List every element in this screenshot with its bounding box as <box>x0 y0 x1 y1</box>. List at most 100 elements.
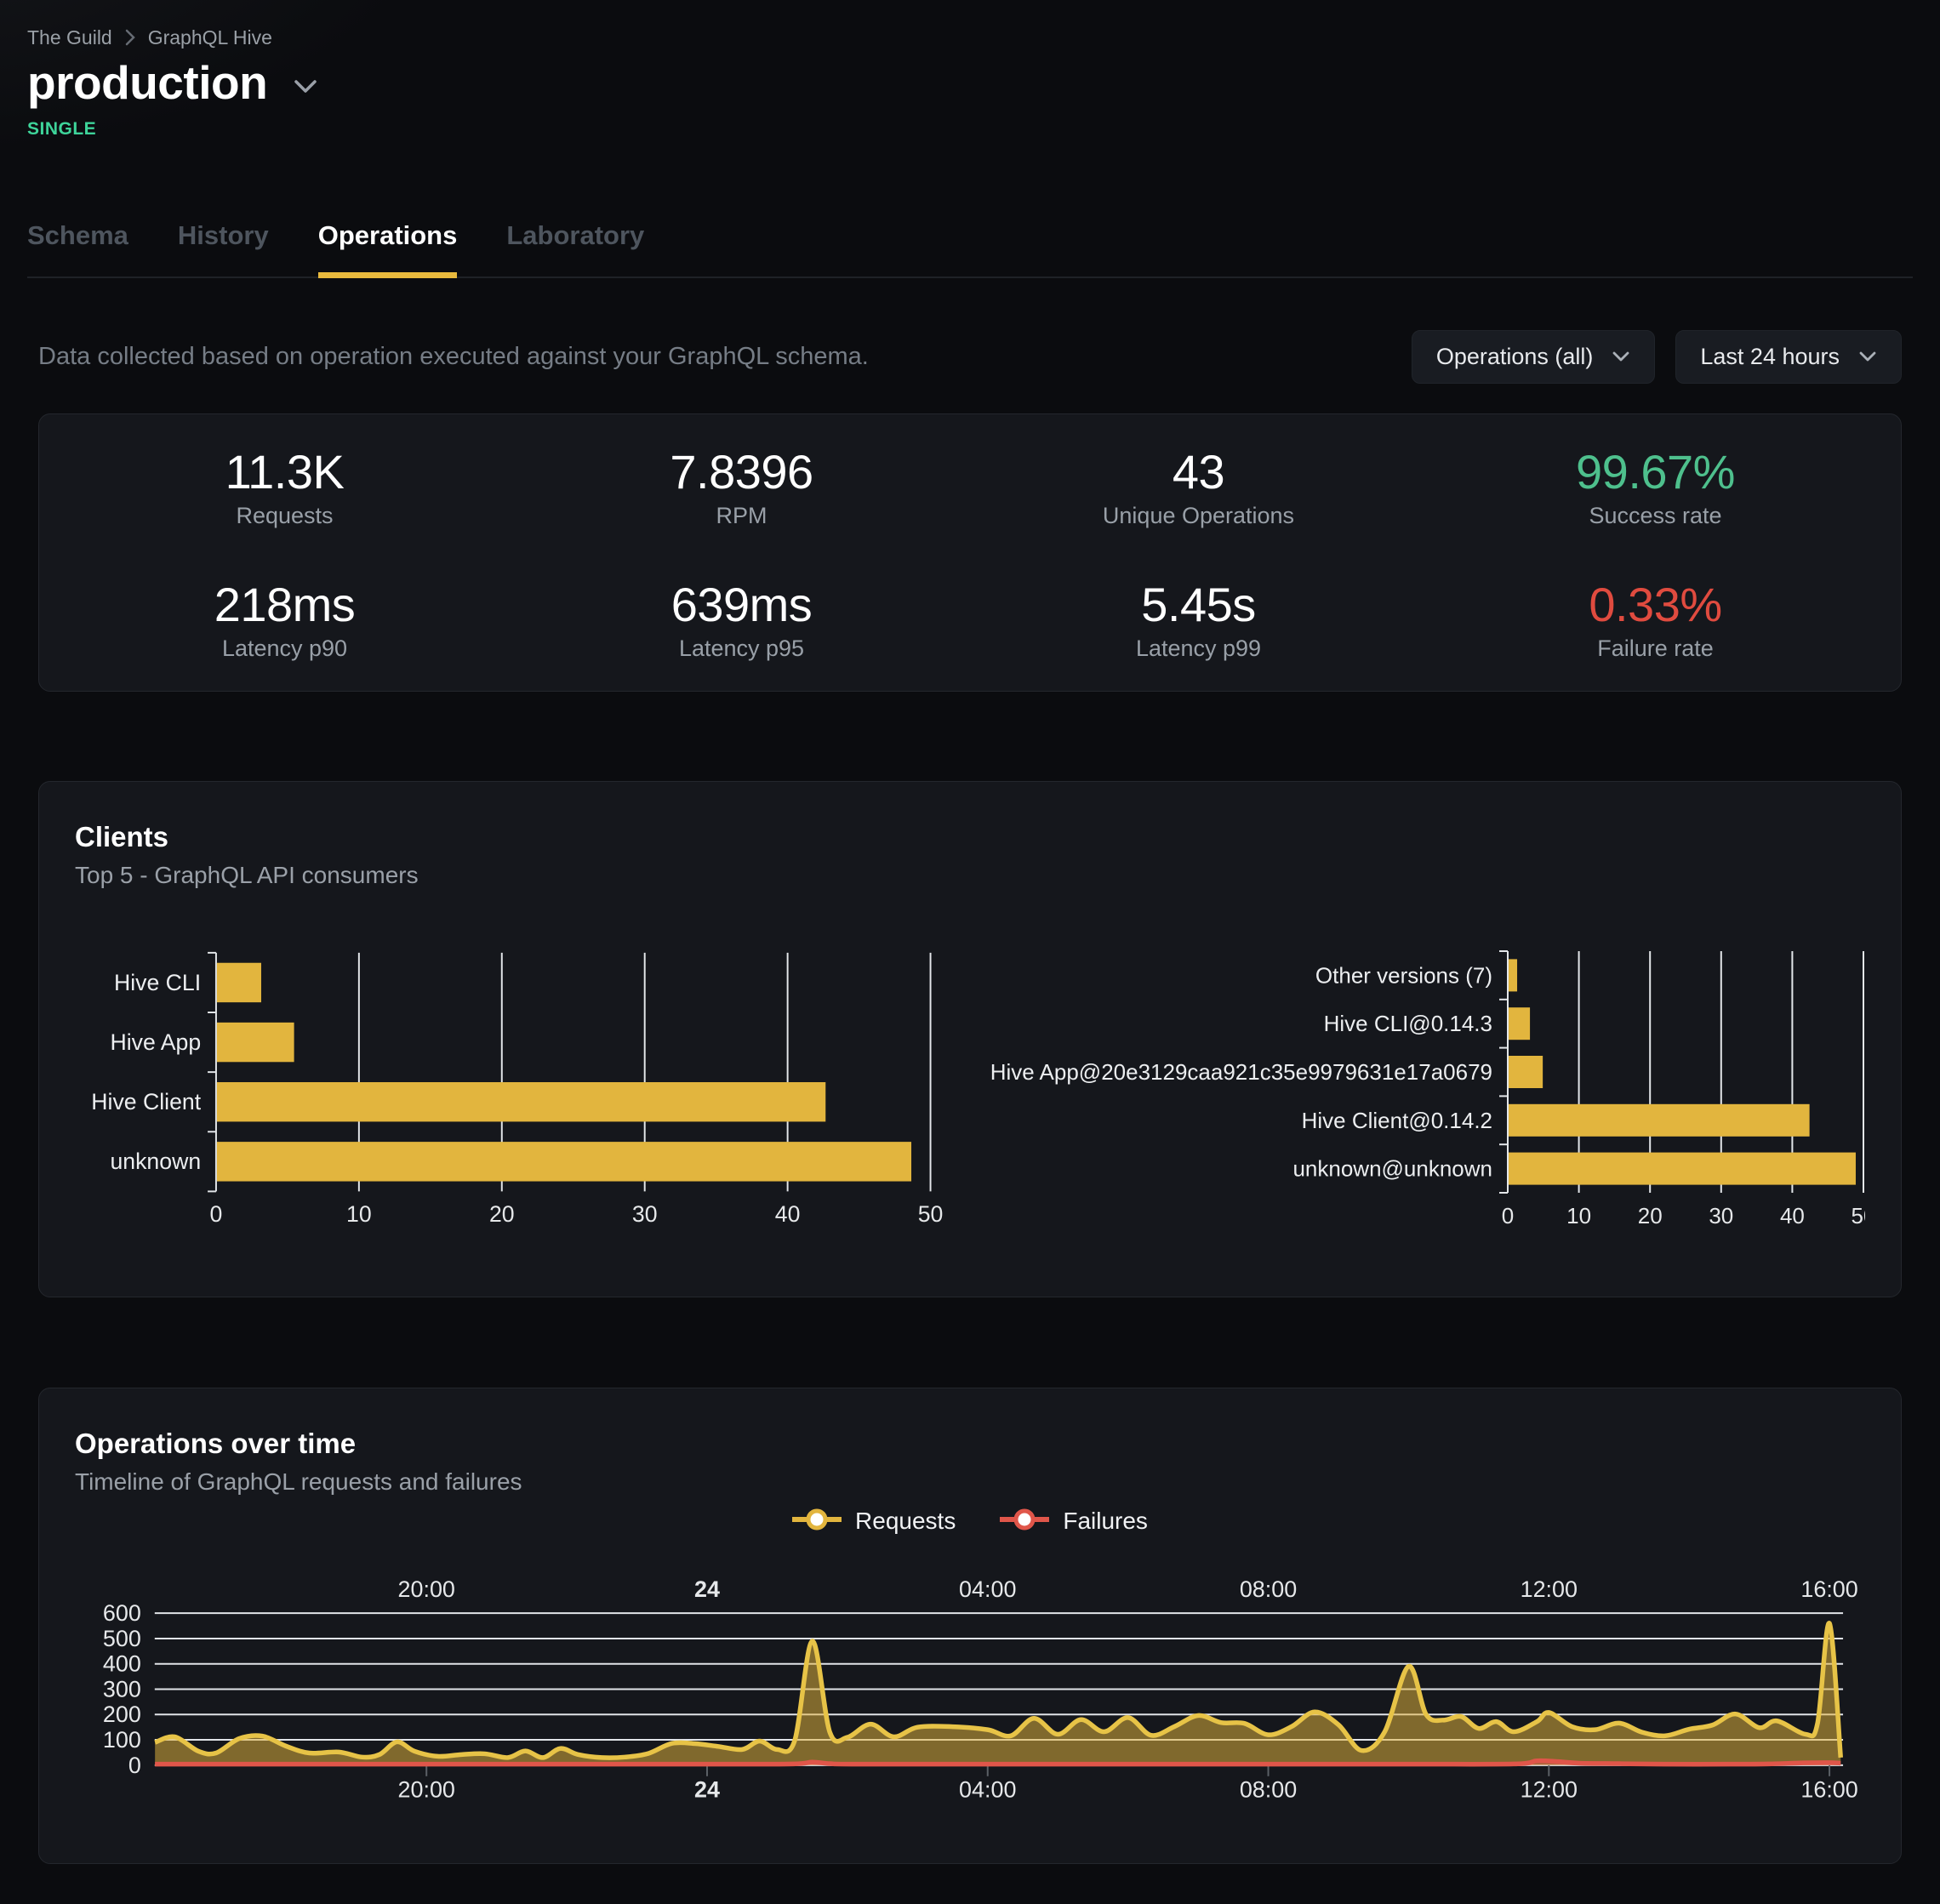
svg-text:10: 10 <box>1566 1203 1591 1228</box>
target-selector-chevron-down-icon[interactable] <box>293 78 318 95</box>
svg-text:600: 600 <box>103 1600 141 1626</box>
client-versions-bar-chart: 01020304050Other versions (7)Hive CLI@0.… <box>972 934 1865 1229</box>
svg-text:40: 40 <box>1780 1203 1805 1228</box>
chevron-down-icon <box>1858 351 1877 363</box>
svg-text:04:00: 04:00 <box>959 1576 1016 1602</box>
page-description: Data collected based on operation execut… <box>38 343 869 371</box>
stat-requests: 11.3K Requests <box>56 445 513 528</box>
tab-schema[interactable]: Schema <box>27 219 128 276</box>
svg-text:20:00: 20:00 <box>398 1777 455 1803</box>
legend-label-requests: Requests <box>855 1508 956 1535</box>
stat-value: 11.3K <box>56 445 513 499</box>
svg-text:unknown@unknown: unknown@unknown <box>1292 1156 1492 1182</box>
svg-text:300: 300 <box>103 1676 141 1702</box>
tab-operations[interactable]: Operations <box>318 219 458 276</box>
clients-card-title: Clients <box>75 823 1865 851</box>
svg-text:30: 30 <box>1709 1203 1733 1228</box>
breadcrumb: The Guild GraphQL Hive <box>27 26 1913 49</box>
svg-text:08:00: 08:00 <box>1240 1777 1297 1803</box>
svg-text:Hive App: Hive App <box>110 1029 201 1055</box>
stat-latency-p90: 218ms Latency p90 <box>56 578 513 661</box>
tab-bar: Schema History Operations Laboratory <box>27 219 1913 278</box>
page-content: Data collected based on operation execut… <box>0 330 1940 1864</box>
operations-filter-button[interactable]: Operations (all) <box>1412 330 1656 384</box>
svg-text:16:00: 16:00 <box>1800 1576 1857 1602</box>
svg-text:30: 30 <box>632 1201 658 1227</box>
toolbar: Data collected based on operation execut… <box>38 330 1902 384</box>
svg-text:08:00: 08:00 <box>1240 1576 1297 1602</box>
operations-over-time-card: Operations over time Timeline of GraphQL… <box>38 1388 1902 1864</box>
breadcrumb-item-org[interactable]: The Guild <box>27 26 112 49</box>
clients-bar-chart: 01020304050Hive CLIHive AppHive Clientun… <box>75 934 968 1229</box>
stat-latency-p95: 639ms Latency p95 <box>513 578 970 661</box>
stat-value: 7.8396 <box>513 445 970 499</box>
stat-value: 43 <box>970 445 1427 499</box>
operations-timeline-chart: 0100200300400500600 20:00 20:00 24 24 04:00 04… <box>75 1571 1867 1810</box>
time-range-filter-button[interactable]: Last 24 hours <box>1675 330 1902 384</box>
stat-label: Latency p95 <box>513 636 970 661</box>
requests-series-marker-icon <box>792 1508 842 1535</box>
operations-card-subtitle: Timeline of GraphQL requests and failure… <box>75 1469 1865 1495</box>
stat-label: RPM <box>513 503 970 528</box>
svg-text:Hive CLI@0.14.3: Hive CLI@0.14.3 <box>1324 1011 1492 1036</box>
svg-text:unknown: unknown <box>110 1149 201 1174</box>
stat-value: 99.67% <box>1427 445 1884 499</box>
stat-latency-p99: 5.45s Latency p99 <box>970 578 1427 661</box>
chart-legend: Requests Failures <box>75 1508 1865 1534</box>
svg-text:50: 50 <box>1852 1203 1865 1228</box>
svg-text:0: 0 <box>128 1753 141 1778</box>
svg-text:400: 400 <box>103 1651 141 1677</box>
stat-label: Requests <box>56 503 513 528</box>
chevron-right-icon <box>124 28 136 47</box>
stats-summary-card: 11.3K Requests 7.8396 RPM 43 Unique Oper… <box>38 413 1902 692</box>
page-title: production <box>27 58 267 107</box>
svg-text:24: 24 <box>694 1777 720 1803</box>
stat-label: Unique Operations <box>970 503 1427 528</box>
svg-text:40: 40 <box>775 1201 801 1227</box>
chevron-down-icon <box>1612 351 1630 363</box>
stat-value: 218ms <box>56 578 513 632</box>
stat-success-rate: 99.67% Success rate <box>1427 445 1884 528</box>
svg-text:16:00: 16:00 <box>1800 1777 1857 1803</box>
stat-label: Failure rate <box>1427 636 1884 661</box>
svg-text:0: 0 <box>1502 1203 1514 1228</box>
stat-value: 5.45s <box>970 578 1427 632</box>
clients-card-subtitle: Top 5 - GraphQL API consumers <box>75 863 1865 888</box>
svg-text:200: 200 <box>103 1702 141 1727</box>
clients-card: Clients Top 5 - GraphQL API consumers 0 1… <box>38 781 1902 1297</box>
stat-failure-rate: 0.33% Failure rate <box>1427 578 1884 661</box>
breadcrumb-item-project[interactable]: GraphQL Hive <box>148 26 272 49</box>
stat-label: Latency p90 <box>56 636 513 661</box>
svg-text:20: 20 <box>1638 1203 1663 1228</box>
svg-text:100: 100 <box>103 1727 141 1753</box>
svg-text:Hive Client@0.14.2: Hive Client@0.14.2 <box>1302 1108 1492 1133</box>
legend-label-failures: Failures <box>1063 1508 1148 1535</box>
svg-text:0: 0 <box>210 1201 223 1227</box>
operations-filter-label: Operations (all) <box>1436 344 1594 370</box>
legend-item-failures[interactable]: Failures <box>1000 1508 1148 1535</box>
tab-history[interactable]: History <box>178 219 269 276</box>
stat-value: 0.33% <box>1427 578 1884 632</box>
stat-rpm: 7.8396 RPM <box>513 445 970 528</box>
svg-text:20:00: 20:00 <box>398 1576 455 1602</box>
tab-laboratory[interactable]: Laboratory <box>506 219 644 276</box>
svg-text:500: 500 <box>103 1626 141 1651</box>
svg-text:24: 24 <box>694 1576 720 1602</box>
page-header: The Guild GraphQL Hive production SINGLE… <box>0 0 1940 278</box>
stat-label: Success rate <box>1427 503 1884 528</box>
svg-text:10: 10 <box>346 1201 372 1227</box>
svg-text:50: 50 <box>918 1201 944 1227</box>
svg-text:Hive Client: Hive Client <box>91 1089 201 1114</box>
svg-text:Hive App@20e3129caa921c35e9979: Hive App@20e3129caa921c35e9979631e17a067… <box>990 1059 1492 1085</box>
svg-text:12:00: 12:00 <box>1521 1777 1578 1803</box>
time-range-filter-label: Last 24 hours <box>1700 344 1840 370</box>
stat-value: 639ms <box>513 578 970 632</box>
legend-item-requests[interactable]: Requests <box>792 1508 956 1535</box>
svg-text:20: 20 <box>489 1201 515 1227</box>
stat-unique-operations: 43 Unique Operations <box>970 445 1427 528</box>
operations-card-title: Operations over time <box>75 1429 1865 1457</box>
svg-text:04:00: 04:00 <box>959 1777 1016 1803</box>
target-type-badge: SINGLE <box>27 119 1913 140</box>
stat-label: Latency p99 <box>970 636 1427 661</box>
svg-text:12:00: 12:00 <box>1521 1576 1578 1602</box>
